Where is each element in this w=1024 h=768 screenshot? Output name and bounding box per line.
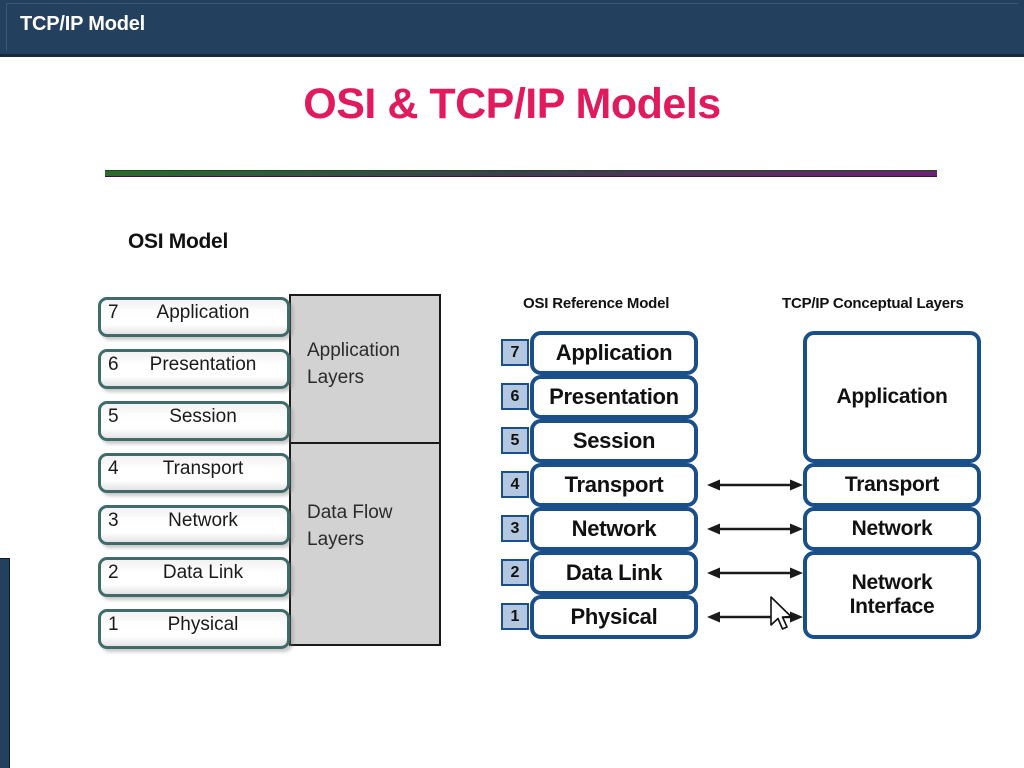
osi-left-layer-number: 7	[108, 302, 119, 323]
osi-model-diagram: OSI Model Application Layers Data Flow L…	[95, 230, 455, 655]
osi-right-layer-number-badge: 4	[501, 471, 529, 498]
mapping-arrow-data-link	[707, 567, 803, 579]
header-inner-edge	[6, 3, 1018, 51]
osi-right-layer-number-badge: 2	[501, 559, 529, 586]
osi-reference-model-heading: OSI Reference Model	[523, 295, 670, 312]
group-label-application-layers: Application Layers	[307, 340, 400, 388]
osi-right-layer-number-badge: 1	[501, 603, 529, 630]
osi-right-layer-label: Network	[571, 516, 657, 541]
osi-right-layer-4[interactable]: 4 Transport	[495, 463, 700, 507]
group-label-data-flow-layers: Data Flow Layers	[307, 502, 393, 550]
osi-right-layer-label: Data Link	[565, 560, 663, 585]
osi-left-layer-label: Session	[169, 406, 237, 427]
tcpip-conceptual-layers-heading: TCP/IP Conceptual Layers	[782, 295, 964, 312]
page-title: OSI & TCP/IP Models	[303, 80, 721, 128]
osi-right-layer-label: Physical	[570, 604, 658, 629]
osi-left-layer-number: 4	[108, 458, 119, 479]
mapping-arrow-transport	[707, 479, 803, 491]
osi-right-layer-label: Application	[555, 340, 673, 365]
osi-left-layer-label: Physical	[167, 614, 239, 635]
osi-right-layer-number-badge: 7	[501, 339, 529, 366]
osi-right-layer-3[interactable]: 3 Network	[495, 507, 700, 551]
osi-right-layer-2[interactable]: 2 Data Link	[495, 551, 700, 595]
osi-right-layer-6[interactable]: 6 Presentation	[495, 375, 700, 419]
osi-right-layer-label: Presentation	[549, 384, 679, 409]
mapping-arrow-network	[707, 523, 803, 535]
osi-right-layer-7[interactable]: 7 Application	[495, 331, 700, 375]
osi-model-heading: OSI Model	[128, 230, 228, 253]
osi-left-layer-5[interactable]: 5 Session	[95, 398, 295, 443]
osi-left-layer-number: 1	[108, 614, 119, 635]
layer-group-divider	[289, 442, 441, 444]
osi-left-layer-label: Transport	[162, 458, 244, 479]
osi-right-layer-5[interactable]: 5 Session	[495, 419, 700, 463]
mouse-cursor-icon	[770, 596, 792, 630]
osi-left-layer-label: Application	[156, 302, 250, 323]
osi-left-layer-number: 6	[108, 354, 119, 375]
osi-left-layer-number: 3	[108, 510, 119, 531]
osi-left-layer-6[interactable]: 6 Presentation	[95, 346, 295, 391]
tcpip-layer-network[interactable]: Network	[803, 507, 981, 551]
left-accent-bar	[0, 558, 10, 768]
osi-left-layer-label: Network	[168, 510, 238, 531]
osi-left-layer-label: Data Link	[162, 562, 244, 583]
osi-tcpip-comparison-diagram: OSI Reference Model TCP/IP Conceptual La…	[495, 295, 1000, 655]
osi-left-layer-7[interactable]: 7 Application	[95, 294, 295, 339]
osi-left-layer-4[interactable]: 4 Transport	[95, 450, 295, 495]
title-divider	[105, 170, 937, 177]
tcpip-layer-network-interface[interactable]: Network Interface	[803, 551, 981, 639]
osi-right-layer-label: Session	[572, 428, 656, 453]
osi-left-layer-1[interactable]: 1 Physical	[95, 606, 295, 651]
tcpip-layer-application[interactable]: Application	[803, 331, 981, 463]
osi-left-layer-number: 5	[108, 406, 119, 427]
osi-left-layer-2[interactable]: 2 Data Link	[95, 554, 295, 599]
osi-left-layer-3[interactable]: 3 Network	[95, 502, 295, 547]
osi-right-layer-number-badge: 6	[501, 383, 529, 410]
osi-right-layer-number-badge: 5	[501, 427, 529, 454]
osi-right-layer-1[interactable]: 1 Physical	[495, 595, 700, 639]
slide-header-bar: TCP/IP Model	[0, 0, 1024, 57]
osi-right-layer-number-badge: 3	[501, 515, 529, 542]
osi-left-layer-number: 2	[108, 562, 119, 583]
osi-right-layer-label: Transport	[564, 472, 664, 497]
header-title: TCP/IP Model	[20, 13, 146, 35]
tcpip-layer-transport[interactable]: Transport	[803, 463, 981, 507]
osi-left-layer-label: Presentation	[149, 354, 257, 375]
